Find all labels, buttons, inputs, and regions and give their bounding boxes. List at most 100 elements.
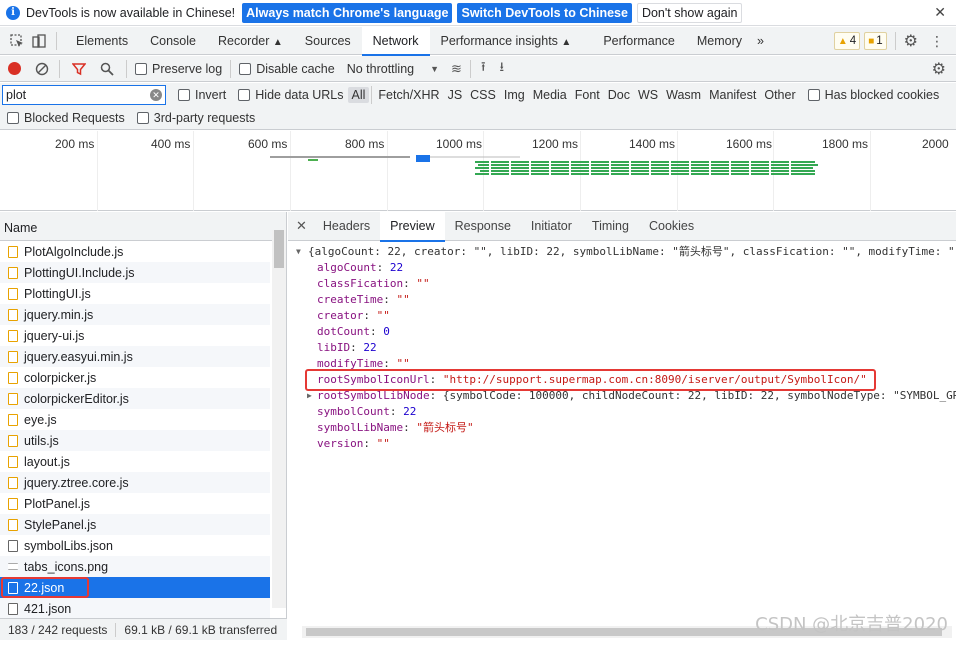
dont-show-again-button[interactable]: Don't show again xyxy=(636,2,743,23)
invert-checkbox[interactable] xyxy=(178,89,190,101)
filter-type-font[interactable]: Font xyxy=(571,87,604,103)
more-tabs-icon[interactable]: » xyxy=(753,27,768,55)
filter-type-ws[interactable]: WS xyxy=(634,87,662,103)
filter-type-css[interactable]: CSS xyxy=(466,87,500,103)
json-value: 22 xyxy=(403,405,417,418)
export-har-icon[interactable]: ⭳ xyxy=(500,58,505,80)
json-root-summary[interactable]: ▼ {algoCount: 22, creator: "", libID: 22… xyxy=(288,244,956,260)
filter-type-manifest[interactable]: Manifest xyxy=(705,87,760,103)
request-row[interactable]: PlotPanel.js xyxy=(0,493,270,514)
filter-type-media[interactable]: Media xyxy=(529,87,571,103)
collapsed-triangle-icon[interactable]: ▶ xyxy=(307,388,312,404)
close-detail-icon[interactable]: ✕ xyxy=(296,218,307,234)
always-match-language-button[interactable]: Always match Chrome's language xyxy=(242,2,453,23)
request-row[interactable]: colorpicker.js xyxy=(0,367,270,388)
request-row[interactable]: jquery.min.js xyxy=(0,304,270,325)
has-blocked-cookies-checkbox[interactable] xyxy=(807,89,820,101)
throttling-select[interactable]: No throttling xyxy=(347,62,414,76)
switch-to-chinese-button[interactable]: Switch DevTools to Chinese xyxy=(457,2,632,23)
tab-performance[interactable]: Performance xyxy=(592,27,686,55)
name-column-header[interactable]: Name xyxy=(0,212,286,241)
timeline-overview[interactable]: 200 ms 400 ms 600 ms 800 ms 1000 ms 1200… xyxy=(0,131,956,211)
blocked-requests-checkbox[interactable] xyxy=(7,112,19,124)
tab-performance-insights[interactable]: Performance insights ▲ xyxy=(430,27,583,55)
request-row[interactable]: utils.js xyxy=(0,430,270,451)
divider xyxy=(469,59,471,78)
filter-type-js[interactable]: JS xyxy=(444,87,467,103)
filter-type-fetch-xhr[interactable]: Fetch/XHR xyxy=(374,87,443,103)
request-name: eye.js xyxy=(24,412,57,427)
request-row[interactable]: StylePanel.js xyxy=(0,514,270,535)
inspect-element-icon[interactable] xyxy=(10,33,24,48)
tab-cookies[interactable]: Cookies xyxy=(639,212,704,241)
request-row[interactable]: symbolLibs.json xyxy=(0,535,270,556)
request-list-panel: Name PlotAlgoInclude.js PlottingUI.Inclu… xyxy=(0,212,287,640)
status-bar: 183 / 242 requests 69.1 kB / 69.1 kB tra… xyxy=(0,618,287,640)
filter-type-other[interactable]: Other xyxy=(760,87,799,103)
request-row[interactable]: jquery.easyui.min.js xyxy=(0,346,270,367)
tab-memory[interactable]: Memory xyxy=(686,27,753,55)
import-har-icon[interactable]: ⭱ xyxy=(481,58,486,80)
tab-recorder[interactable]: Recorder ▲ xyxy=(207,27,294,55)
tab-console[interactable]: Console xyxy=(139,27,207,55)
device-toolbar-icon[interactable] xyxy=(32,33,46,48)
close-icon[interactable]: ✕ xyxy=(934,4,946,21)
request-row[interactable]: jquery-ui.js xyxy=(0,325,270,346)
request-row[interactable]: tabs_icons.png xyxy=(0,556,270,577)
tab-response[interactable]: Response xyxy=(445,212,521,241)
request-row-selected[interactable]: 22.json xyxy=(0,577,270,598)
warnings-badge[interactable]: ▲ 4 xyxy=(833,32,861,50)
request-name: PlotAlgoInclude.js xyxy=(24,244,124,259)
json-key: version xyxy=(317,437,364,450)
tab-network[interactable]: Network xyxy=(361,26,430,56)
third-party-requests-checkbox[interactable] xyxy=(136,112,149,124)
search-icon[interactable] xyxy=(100,62,114,76)
filter-input[interactable]: plot ✕ xyxy=(2,85,166,105)
filter-type-doc[interactable]: Doc xyxy=(604,87,634,103)
chevron-down-icon[interactable]: ▼ xyxy=(430,64,439,74)
request-row[interactable]: 421.json xyxy=(0,598,270,619)
expanded-triangle-icon[interactable]: ▼ xyxy=(296,244,301,260)
divider xyxy=(894,32,896,50)
tab-initiator[interactable]: Initiator xyxy=(521,212,582,241)
request-row[interactable]: layout.js xyxy=(0,451,270,472)
request-row[interactable]: PlotAlgoInclude.js xyxy=(0,241,270,262)
issues-count: 1 xyxy=(876,35,883,47)
more-options-icon[interactable]: ⋮ xyxy=(930,33,944,50)
clear-filter-icon[interactable]: ✕ xyxy=(150,89,162,101)
record-button[interactable] xyxy=(8,62,21,75)
json-key: symbolCount xyxy=(317,405,390,418)
issues-badge[interactable]: ■ 1 xyxy=(864,32,887,50)
request-name: jquery-ui.js xyxy=(24,328,85,343)
json-property: symbolCount: 22 xyxy=(317,405,417,418)
filter-icon[interactable] xyxy=(72,62,86,76)
hide-data-urls-checkbox[interactable] xyxy=(238,89,251,101)
filter-type-img[interactable]: Img xyxy=(500,87,529,103)
tab-elements[interactable]: Elements xyxy=(65,27,139,55)
tab-sources[interactable]: Sources xyxy=(294,27,362,55)
vertical-scrollbar[interactable] xyxy=(272,230,286,608)
disable-cache-checkbox[interactable] xyxy=(239,62,252,75)
request-row[interactable]: PlottingUI.js xyxy=(0,283,270,304)
settings-gear-icon[interactable]: ⚙ xyxy=(904,31,918,51)
clear-icon[interactable] xyxy=(35,62,49,76)
json-property[interactable]: ▶ rootSymbolLibNode: {symbolCode: 100000… xyxy=(288,388,956,404)
network-conditions-icon[interactable]: ≋ xyxy=(451,61,462,77)
tab-preview[interactable]: Preview xyxy=(380,211,446,242)
request-row[interactable]: PlottingUI.Include.js xyxy=(0,262,270,283)
tab-timing[interactable]: Timing xyxy=(582,212,639,241)
document-file-icon xyxy=(8,602,18,615)
network-settings-icon[interactable]: ⚙ xyxy=(932,59,946,79)
json-value: 22 xyxy=(389,261,404,274)
preserve-log-checkbox[interactable] xyxy=(135,62,147,75)
request-row[interactable]: jquery.ztree.core.js xyxy=(0,472,270,493)
script-file-icon xyxy=(8,497,18,510)
request-row[interactable]: eye.js xyxy=(0,409,270,430)
filter-type-all[interactable]: All xyxy=(347,87,370,103)
filter-type-wasm[interactable]: Wasm xyxy=(662,87,705,103)
scrollbar-thumb[interactable] xyxy=(274,230,284,268)
tab-headers[interactable]: Headers xyxy=(313,212,380,241)
request-name: StylePanel.js xyxy=(24,517,97,532)
script-file-icon xyxy=(8,413,18,426)
request-row[interactable]: colorpickerEditor.js xyxy=(0,388,270,409)
